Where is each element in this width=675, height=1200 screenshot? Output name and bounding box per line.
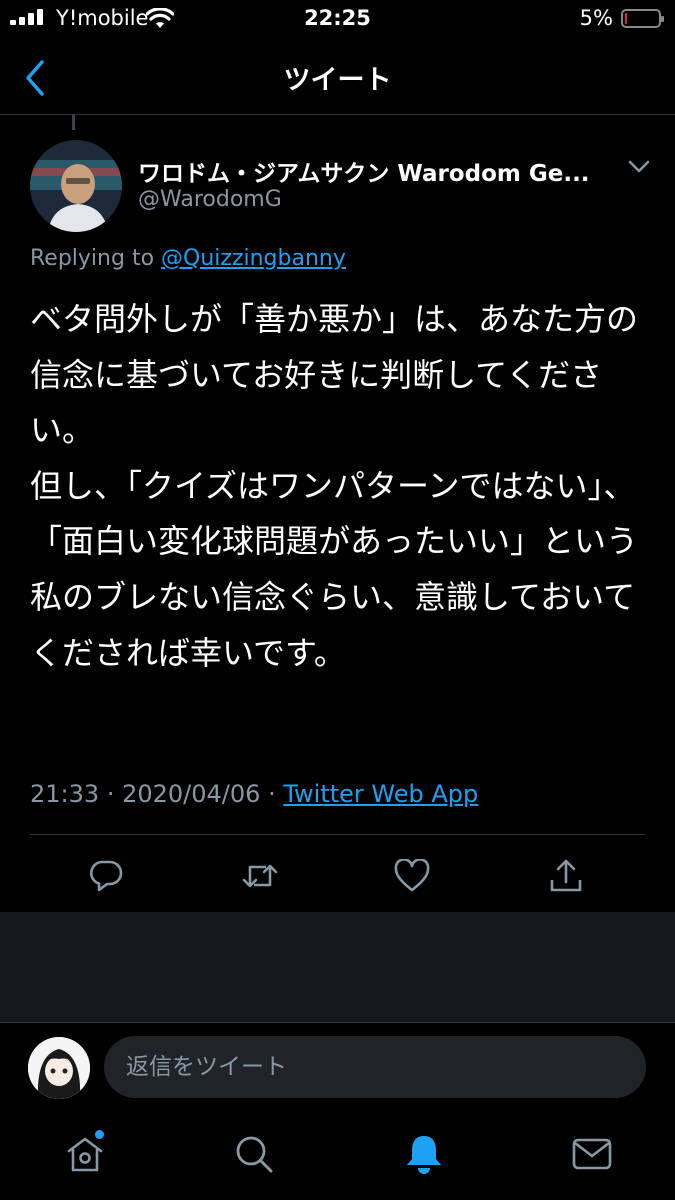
mention-link[interactable]: @Quizzingbanny: [161, 246, 346, 271]
author-avatar[interactable]: [30, 140, 122, 232]
share-button[interactable]: [546, 856, 586, 896]
tab-home[interactable]: [63, 1130, 107, 1176]
tab-messages[interactable]: [570, 1132, 614, 1176]
author-handle[interactable]: @WarodomG: [138, 187, 282, 212]
reply-button[interactable]: [86, 856, 126, 896]
retweet-icon: [242, 864, 278, 888]
notification-dot: [95, 1130, 104, 1139]
author-name[interactable]: ワロドム・ジアムサクン Warodom Ge...: [138, 154, 618, 188]
tab-search[interactable]: [232, 1132, 276, 1176]
like-button[interactable]: [392, 856, 432, 896]
tweet-text: ベタ問外しが「善か悪か」は、あなた方の信念に基づいてお好きに判断してください。 …: [30, 300, 639, 672]
empty-area: [0, 912, 675, 1022]
reply-icon: [90, 860, 123, 892]
meta-separator: ·: [106, 780, 115, 808]
like-icon: [394, 859, 430, 892]
meta-separator: ·: [268, 780, 276, 808]
tab-bar: [0, 1112, 675, 1200]
user-avatar[interactable]: [28, 1037, 90, 1099]
navigation-header: ツイート: [0, 40, 675, 115]
source-app-link[interactable]: Twitter Web App: [283, 780, 478, 808]
tweet-meta: 21:33 · 2020/04/06 · Twitter Web App: [30, 780, 478, 808]
messages-icon: [572, 1138, 612, 1170]
page-title: ツイート: [283, 65, 392, 96]
retweet-button[interactable]: [240, 856, 280, 896]
clock: 22:25: [304, 6, 371, 30]
divider: [30, 834, 645, 835]
search-icon: [236, 1136, 273, 1173]
tab-notifications[interactable]: [402, 1132, 446, 1176]
notifications-icon: [407, 1136, 441, 1174]
tweet-time: 21:33: [30, 780, 100, 808]
home-icon: [67, 1137, 103, 1172]
chevron-down-icon[interactable]: [628, 160, 650, 174]
replying-label: Replying to: [30, 246, 155, 271]
tweet-date: 2020/04/06: [122, 780, 261, 808]
status-bar: Y!mobile 22:25 5%: [0, 0, 675, 40]
replying-to: Replying to @Quizzingbanny: [30, 246, 346, 271]
battery-percentage: 5%: [579, 6, 613, 30]
reply-input[interactable]: 返信をツイート: [104, 1036, 646, 1098]
share-icon: [550, 859, 582, 892]
thread-connector: [72, 115, 75, 130]
battery-icon: [621, 9, 664, 28]
